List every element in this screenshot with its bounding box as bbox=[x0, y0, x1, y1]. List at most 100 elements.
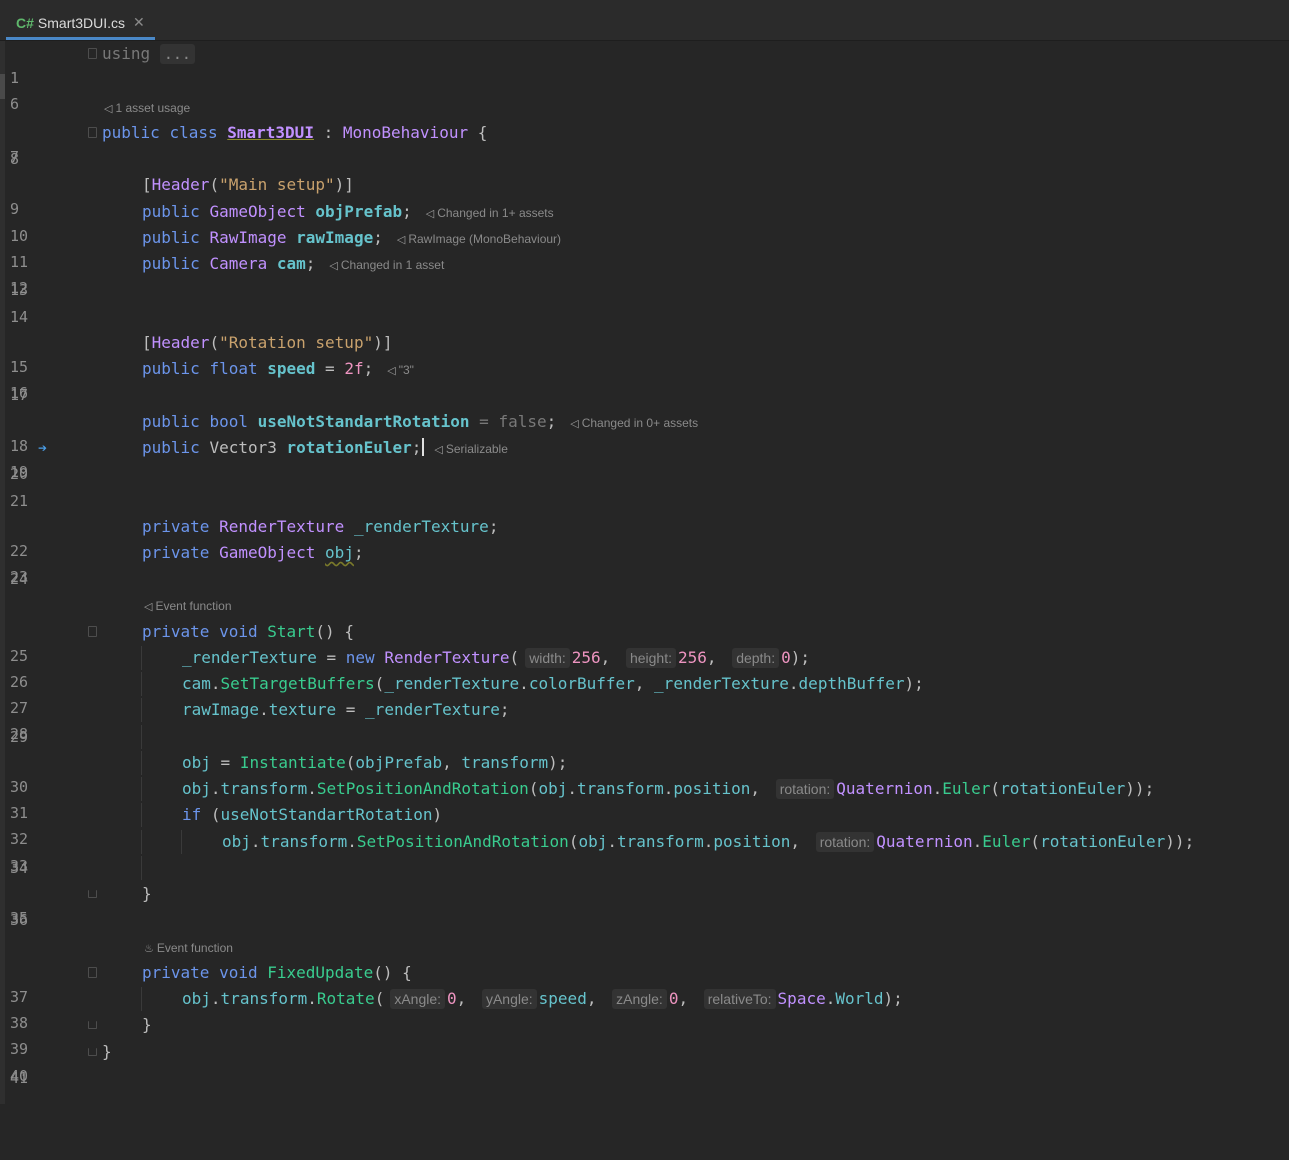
field-name: rotationEuler bbox=[286, 438, 412, 457]
code-line[interactable]: 25 private void Start() { bbox=[0, 620, 1289, 665]
unity-icon: ◁ bbox=[434, 444, 443, 456]
field-ref: speed bbox=[538, 989, 587, 1008]
code-line[interactable]: 31 obj.transform.SetPositionAndRotation(… bbox=[0, 777, 1289, 822]
fold-icon[interactable] bbox=[88, 967, 97, 978]
asset-usage-hint[interactable]: ◁ 1 asset usage bbox=[104, 98, 190, 118]
indent-guide bbox=[141, 698, 142, 722]
line-number: 21 bbox=[10, 492, 29, 510]
close-icon[interactable]: ✕ bbox=[133, 14, 145, 31]
code-line[interactable]: 33 obj.transform.SetPositionAndRotation(… bbox=[0, 830, 1289, 875]
annotation-text: Changed in 1+ assets bbox=[437, 206, 554, 220]
code-line[interactable]: 27 cam.SetTargetBuffers(_renderTexture.c… bbox=[0, 672, 1289, 717]
unity-annotation[interactable]: ◁ Changed in 1+ assets bbox=[426, 201, 554, 226]
code-line[interactable]: 30 obj = Instantiate(objPrefab, transfor… bbox=[0, 751, 1289, 796]
code-line[interactable]: 19 ➔ public Vector3 rotationEuler; ◁ Seria… bbox=[0, 436, 1289, 481]
code-line[interactable]: 34 bbox=[0, 856, 1289, 880]
code-line[interactable]: 23 private GameObject obj; bbox=[0, 541, 1289, 586]
unity-icon: ◁ bbox=[387, 365, 396, 377]
event-function-hint[interactable]: ♨ Event function bbox=[144, 938, 233, 958]
indent-guide bbox=[141, 856, 142, 880]
code-line[interactable]: 26 _renderTexture = new RenderTexture(wi… bbox=[0, 646, 1289, 691]
fold-icon[interactable] bbox=[88, 48, 97, 59]
indent-guide bbox=[141, 777, 142, 801]
punct: ; bbox=[402, 202, 412, 221]
number-literal: 0 bbox=[781, 648, 791, 667]
field-name: _renderTexture bbox=[353, 517, 489, 536]
unity-annotation[interactable]: ◁ Serializable bbox=[434, 437, 508, 462]
unity-icon: ◁ bbox=[570, 418, 579, 430]
tab-smart3dui[interactable]: C# Smart3DUI.cs ✕ bbox=[6, 8, 155, 40]
punct: ( bbox=[1030, 832, 1041, 851]
fold-icon[interactable] bbox=[88, 1021, 97, 1029]
punct: } bbox=[102, 1042, 112, 1061]
field-ref: obj bbox=[182, 753, 211, 772]
bool-literal: false bbox=[498, 412, 547, 431]
code-line[interactable]: 21 bbox=[0, 489, 1289, 513]
punct: } bbox=[142, 884, 152, 903]
code-line[interactable]: 12 public Camera cam; ◁ Changed in 1 asset bbox=[0, 252, 1289, 297]
collapsed-region[interactable]: ... bbox=[159, 44, 195, 64]
code-line[interactable]: 41 bbox=[0, 1066, 1289, 1090]
punct: [ bbox=[142, 175, 152, 194]
punct: ( bbox=[509, 648, 520, 667]
unity-annotation[interactable]: ◁ "3" bbox=[387, 358, 414, 383]
code-line[interactable]: 38 obj.transform.Rotate(xAngle: 0, yAngle… bbox=[0, 987, 1289, 1032]
punct: . bbox=[307, 779, 317, 798]
code-editor[interactable]: 1 using ... 6 ◁ 1 asset usage 7 public cl… bbox=[0, 41, 1289, 1104]
event-function-hint[interactable]: ◁ Event function bbox=[144, 596, 232, 616]
fold-icon[interactable] bbox=[88, 127, 97, 138]
unity-annotation[interactable]: ◁ Changed in 1 asset bbox=[329, 253, 444, 278]
code-line[interactable]: 15 [Header("Rotation setup")] bbox=[0, 331, 1289, 376]
code-line[interactable]: 9 [Header("Main setup")] bbox=[0, 173, 1289, 218]
code-line[interactable]: 29 bbox=[0, 725, 1289, 749]
implement-arrow-icon[interactable]: ➔ bbox=[38, 436, 47, 460]
keyword: void bbox=[219, 963, 258, 982]
code-line[interactable]: 6 bbox=[0, 68, 1289, 113]
unity-icon: ◁ bbox=[104, 103, 113, 115]
code-line[interactable]: 40 } bbox=[0, 1040, 1289, 1085]
parameter-hint: rotation: bbox=[775, 779, 835, 799]
field-ref: rotationEuler bbox=[1040, 832, 1166, 851]
hint-text: Event function bbox=[155, 599, 232, 613]
code-line[interactable]: 37 private void FixedUpdate() { bbox=[0, 961, 1289, 1006]
code-line[interactable]: 22 private RenderTexture _renderTexture; bbox=[0, 515, 1289, 560]
code-line[interactable]: 16 public float speed = 2f; ◁ "3" bbox=[0, 357, 1289, 402]
fold-icon[interactable] bbox=[88, 626, 97, 637]
property-ref: depthBuffer bbox=[798, 674, 905, 693]
punct: ; bbox=[546, 412, 557, 431]
indent-guide bbox=[141, 646, 142, 670]
code-line[interactable]: 11 public RawImage rawImage; ◁ RawImage (M… bbox=[0, 226, 1289, 271]
code-line[interactable]: 24 bbox=[0, 567, 1289, 591]
property-ref: transform bbox=[260, 832, 348, 851]
code-line[interactable]: 28 rawImage.texture = _renderTexture; bbox=[0, 698, 1289, 743]
code-line[interactable]: 35 } bbox=[0, 882, 1289, 927]
code-line[interactable]: 13 bbox=[0, 278, 1289, 302]
code-line[interactable]: 36 bbox=[0, 908, 1289, 932]
unity-annotation[interactable]: ◁ RawImage (MonoBehaviour) bbox=[397, 227, 561, 252]
punct: ( bbox=[209, 333, 220, 352]
field-name: speed bbox=[267, 359, 316, 378]
fold-icon[interactable] bbox=[88, 1048, 97, 1056]
code-line[interactable]: 8 bbox=[0, 147, 1289, 171]
property-ref: transform bbox=[461, 753, 549, 772]
code-line[interactable]: 14 bbox=[0, 305, 1289, 329]
punct: . bbox=[210, 674, 221, 693]
keyword: bool bbox=[209, 412, 248, 431]
using-keyword: using bbox=[102, 44, 151, 63]
punct: ) bbox=[432, 805, 443, 824]
code-line[interactable]: 39 } bbox=[0, 1013, 1289, 1058]
code-line[interactable]: 32 if (useNotStandartRotation) bbox=[0, 803, 1289, 848]
type-name: RenderTexture bbox=[219, 517, 345, 536]
code-line[interactable]: 1 using ... bbox=[0, 42, 1289, 87]
tab-filename: Smart3DUI.cs bbox=[37, 14, 126, 31]
code-line[interactable]: 7 public class Smart3DUI : MonoBehaviour… bbox=[0, 121, 1289, 166]
line-number: 6 bbox=[10, 95, 20, 113]
punct: )); bbox=[1165, 832, 1195, 851]
unity-annotation[interactable]: ◁ Changed in 0+ assets bbox=[570, 411, 698, 436]
punct: ; bbox=[363, 359, 374, 378]
code-line[interactable]: 18 public bool useNotStandartRotation = … bbox=[0, 410, 1289, 455]
fold-icon[interactable] bbox=[88, 890, 97, 898]
code-line[interactable]: 10 public GameObject objPrefab; ◁ Changed … bbox=[0, 200, 1289, 245]
code-line[interactable]: 20 bbox=[0, 462, 1289, 486]
code-line[interactable]: 17 bbox=[0, 383, 1289, 407]
